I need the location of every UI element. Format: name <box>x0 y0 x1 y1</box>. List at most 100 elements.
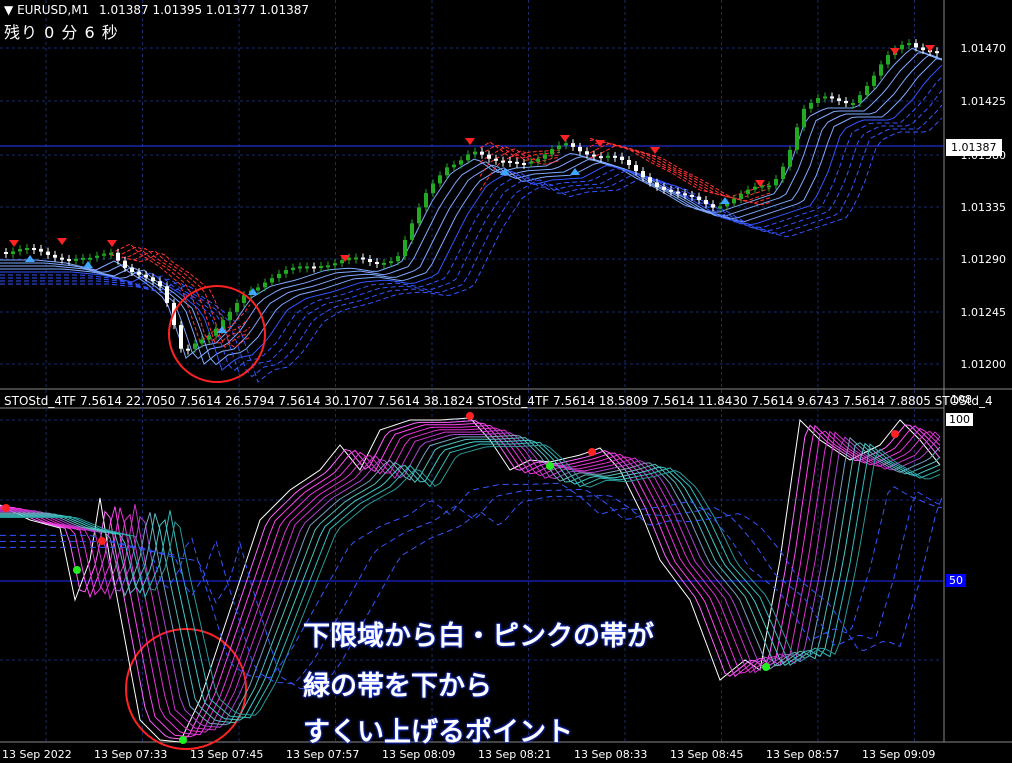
price-label: 1.01470 <box>960 42 1007 55</box>
osc-sell-dot <box>891 430 899 438</box>
candle <box>564 143 568 146</box>
candle <box>830 96 834 99</box>
ma-line <box>0 64 943 371</box>
candle <box>137 272 141 275</box>
candle <box>802 108 806 128</box>
candle <box>886 55 890 65</box>
osc-buy-dot <box>762 663 770 671</box>
sell-arrow-icon <box>57 238 67 245</box>
candle <box>452 164 456 168</box>
oscillator-header: STOStd_4TF 7.5614 22.7050 7.5614 26.5794… <box>4 394 993 408</box>
candle <box>354 257 358 260</box>
candle <box>151 277 155 282</box>
candle <box>263 282 267 288</box>
candle <box>130 267 134 273</box>
candle <box>767 185 771 188</box>
candle <box>550 149 554 155</box>
candle <box>333 263 337 266</box>
candle <box>739 194 743 199</box>
candle <box>522 163 526 166</box>
candle <box>228 311 232 321</box>
candle <box>256 287 260 291</box>
candle <box>102 253 106 256</box>
candle <box>662 186 666 190</box>
candle <box>25 248 29 251</box>
time-label: 13 Sep 09:09 <box>862 748 936 761</box>
osc-buy-dot <box>546 462 554 470</box>
chart-window[interactable]: ▼ EURUSD,M1 1.01387 1.01395 1.01377 1.01… <box>0 0 1012 763</box>
candle <box>424 193 428 208</box>
candle <box>746 189 750 195</box>
candle <box>683 193 687 196</box>
candle <box>620 156 624 161</box>
candle <box>305 266 309 269</box>
candle <box>809 102 813 109</box>
candle <box>123 260 127 268</box>
dropdown-triangle-icon[interactable]: ▼ <box>4 3 13 17</box>
osc-sell-dot <box>588 448 596 456</box>
candle <box>718 206 722 209</box>
candle <box>907 43 911 46</box>
candle <box>753 186 757 190</box>
candle <box>284 270 288 274</box>
candle <box>277 273 281 279</box>
candle <box>599 156 603 159</box>
candle <box>270 278 274 283</box>
candle <box>641 171 645 178</box>
candle <box>774 179 778 186</box>
candle <box>865 85 869 96</box>
candle <box>144 274 148 278</box>
osc-sell-dot <box>466 412 474 420</box>
candle <box>116 252 120 261</box>
candle <box>186 348 190 351</box>
candle <box>900 44 904 50</box>
candle <box>11 251 15 254</box>
candle <box>361 257 365 260</box>
candle <box>543 154 547 159</box>
candle <box>473 151 477 155</box>
osc-buy-dot <box>73 566 81 574</box>
time-label: 13 Sep 2022 <box>2 748 72 761</box>
candle <box>74 258 78 261</box>
candle <box>319 266 323 269</box>
candle <box>816 98 820 103</box>
candle <box>732 198 736 204</box>
candle <box>200 339 204 344</box>
candle <box>340 260 344 264</box>
candle <box>291 267 295 271</box>
candle <box>60 257 64 260</box>
candle <box>46 251 50 255</box>
candle <box>368 259 372 263</box>
candle <box>592 154 596 157</box>
symbol-label: EURUSD,M1 <box>17 3 90 17</box>
price-label: 1.01380 <box>960 149 1007 162</box>
time-label: 13 Sep 08:45 <box>670 748 744 761</box>
candle <box>578 146 582 152</box>
time-label: 13 Sep 07:57 <box>286 748 360 761</box>
sell-arrow-icon <box>107 240 117 247</box>
candle <box>438 175 442 184</box>
price-label: 1.01290 <box>960 253 1007 266</box>
time-label: 13 Sep 07:45 <box>190 748 264 761</box>
candle <box>382 262 386 265</box>
candle <box>32 248 36 251</box>
chart-header: ▼ EURUSD,M1 1.01387 1.01395 1.01377 1.01… <box>4 3 309 17</box>
osc-level-50: 50 <box>946 574 966 587</box>
candle <box>410 223 414 240</box>
buy-arrow-icon <box>570 168 580 175</box>
osc-buy-dot <box>179 736 187 744</box>
candle <box>88 257 92 260</box>
candle <box>669 189 673 192</box>
candle <box>417 207 421 224</box>
sell-arrow-icon <box>890 48 900 55</box>
candle <box>711 204 715 208</box>
time-label: 13 Sep 08:21 <box>478 748 552 761</box>
candle <box>235 303 239 312</box>
candle <box>18 249 22 252</box>
candle <box>571 143 575 147</box>
candle <box>459 160 463 165</box>
candle <box>375 262 379 265</box>
price-label: 1.01245 <box>960 306 1007 319</box>
candle <box>466 154 470 161</box>
time-label: 13 Sep 08:57 <box>766 748 840 761</box>
